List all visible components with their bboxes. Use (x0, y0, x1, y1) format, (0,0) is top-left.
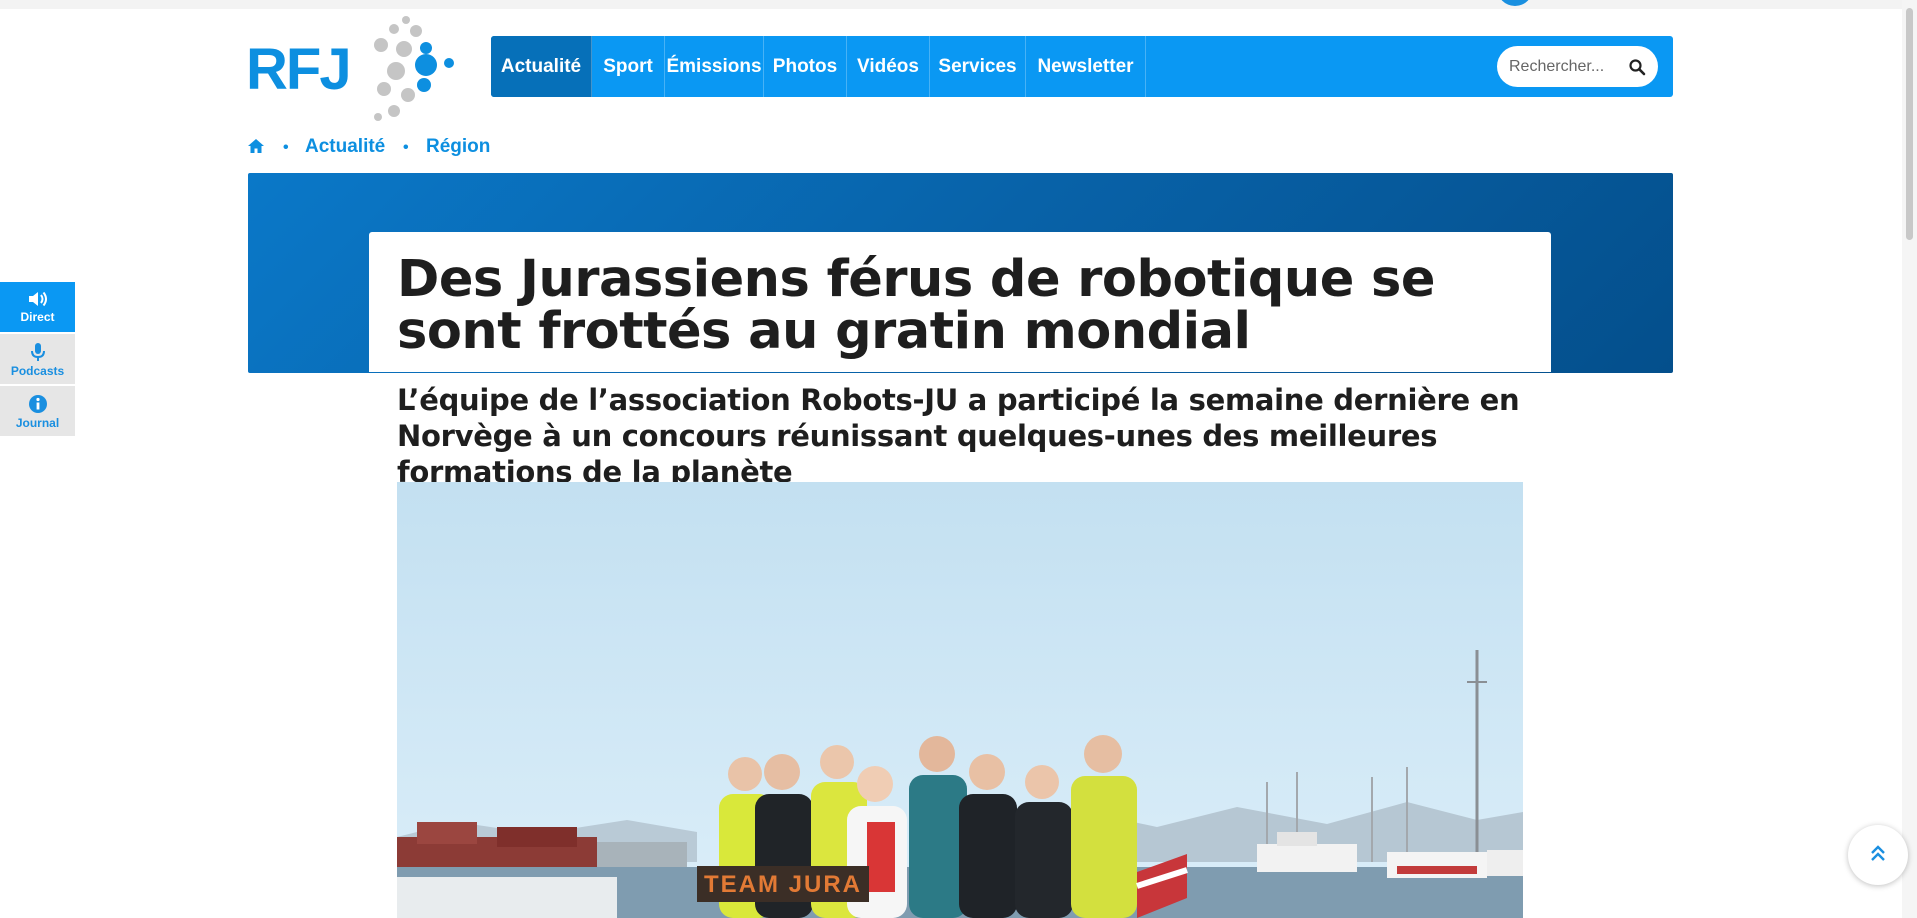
nav-item-emissions[interactable]: Émissions (665, 36, 764, 97)
breadcrumb-separator: • (283, 139, 289, 156)
side-tab-label: Podcasts (10, 364, 65, 378)
breadcrumb-separator: • (403, 139, 409, 156)
back-to-top-button[interactable] (1848, 825, 1908, 885)
nav-item-videos[interactable]: Vidéos (847, 36, 930, 97)
top-strip (0, 0, 1917, 9)
team-sign-text: TEAM JURA (704, 871, 862, 898)
scrollbar-thumb[interactable] (1906, 8, 1913, 240)
logo-text: RFJ (246, 37, 352, 102)
side-tab-label: Journal (15, 416, 60, 430)
breadcrumb-actualite[interactable]: Actualité (305, 136, 385, 158)
microphone-icon (30, 343, 45, 361)
rfj-logo[interactable]: RFJ (246, 15, 456, 123)
scrollbar[interactable] (1902, 0, 1917, 918)
side-tab-podcasts[interactable]: Podcasts (0, 334, 75, 384)
side-tab-direct[interactable]: Direct (0, 282, 75, 332)
nav-item-newsletter[interactable]: Newsletter (1026, 36, 1146, 97)
main-navigation: Actualité Sport Émissions Photos Vidéos … (491, 36, 1673, 97)
double-chevron-up-icon (1871, 845, 1885, 861)
side-tab-label: Direct (20, 310, 55, 324)
info-icon (28, 395, 47, 413)
home-icon[interactable] (247, 138, 265, 154)
nav-item-sport[interactable]: Sport (592, 36, 665, 97)
nav-item-services[interactable]: Services (930, 36, 1026, 97)
side-tabs: Direct Podcasts Journal (0, 282, 75, 438)
search-icon[interactable] (1628, 58, 1646, 76)
nav-item-actualite[interactable]: Actualité (491, 36, 592, 97)
team-photo-illustration: TEAM JURA (397, 482, 1523, 918)
article-photo[interactable]: TEAM JURA (397, 482, 1523, 918)
logo-dots-icon (374, 16, 454, 121)
article-subtitle: L’équipe de l’association Robots-JU a pa… (397, 383, 1520, 489)
side-tab-journal[interactable]: Journal (0, 386, 75, 436)
speaker-icon (28, 291, 47, 307)
search-input[interactable] (1509, 46, 1627, 87)
nav-item-photos[interactable]: Photos (764, 36, 847, 97)
search-box (1497, 46, 1658, 87)
article-title: Des Jurassiens férus de robotique se son… (397, 250, 1435, 361)
breadcrumb-region[interactable]: Région (426, 136, 490, 158)
